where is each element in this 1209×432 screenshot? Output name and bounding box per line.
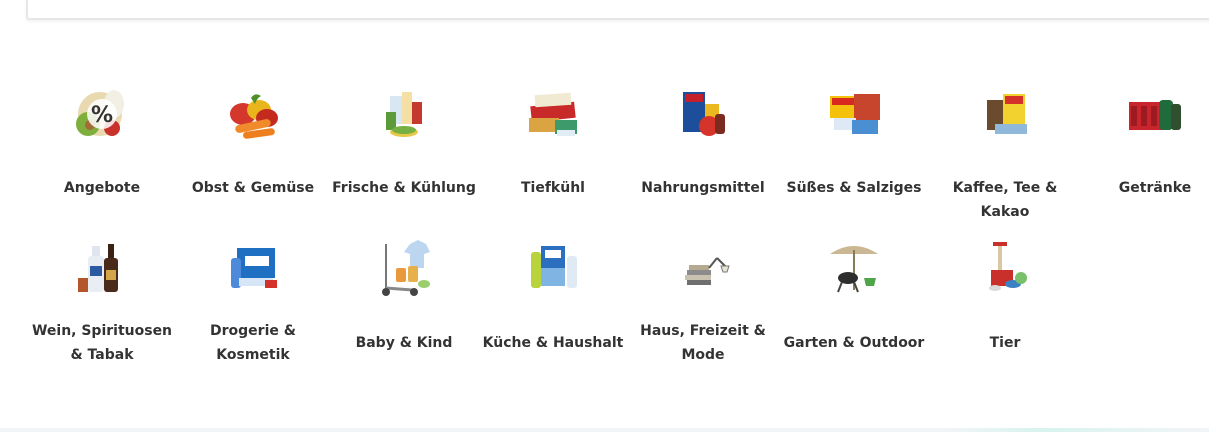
category-nahrungsmittel[interactable]: Nahrungsmittel [628,84,778,234]
category-label: Tiefkühl [521,180,585,196]
category-label: Garten & Outdoor [783,335,925,351]
category-label: Wein, Spirituosen & Tabak [31,323,173,363]
wine-bottles-icon [70,236,134,300]
category-label: Drogerie & Kosmetik [210,323,296,363]
vegetables-icon [221,84,285,148]
category-label: Tier [989,335,1021,351]
garden-umbrella-icon [822,236,886,300]
category-label: Frische & Kühlung [332,180,476,196]
category-label: Obst & Gemüse [191,180,315,196]
category-label: Küche & Haushalt [482,335,624,351]
coffee-icon [973,84,1037,148]
category-tier[interactable]: Tier [930,236,1080,386]
snacks-icon [822,84,886,148]
category-tiefkuehl[interactable]: Tiefkühl [478,84,628,234]
cleaning-icon [521,236,585,300]
drugstore-icon [221,236,285,300]
baby-icon [372,236,436,300]
category-label: Baby & Kind [355,335,453,351]
fresh-products-icon [372,84,436,148]
lamp-books-icon [671,236,735,300]
category-drogerie-kosmetik[interactable]: Drogerie & Kosmetik [178,236,328,386]
category-label: Nahrungsmittel [641,180,765,196]
category-getraenke[interactable]: Getränke [1080,84,1209,234]
category-frische-kuehlung[interactable]: Frische & Kühlung [329,84,479,234]
category-kaffee-tee-kakao[interactable]: Kaffee, Tee & Kakao [930,84,1080,234]
percent-icon: % [70,84,134,148]
drinks-crate-icon [1123,84,1187,148]
category-label: Getränke [1118,180,1192,196]
category-suesses-salziges[interactable]: Süßes & Salziges [779,84,929,234]
svg-text:%: % [91,103,113,128]
footer-divider [0,428,1209,432]
category-label: Haus, Freizeit & Mode [640,323,766,363]
category-obst-gemuese[interactable]: Obst & Gemüse [178,84,328,234]
groceries-icon [671,84,735,148]
category-label: Kaffee, Tee & Kakao [952,180,1058,220]
category-garten-outdoor[interactable]: Garten & Outdoor [779,236,929,386]
category-label: Süßes & Salziges [786,180,922,196]
pet-icon [973,236,1037,300]
category-kueche-haushalt[interactable]: Küche & Haushalt [478,236,628,386]
frozen-food-icon [521,84,585,148]
category-haus-freizeit-mode[interactable]: Haus, Freizeit & Mode [628,236,778,386]
search-panel-edge [26,0,1209,20]
category-wein-spirituosen-tabak[interactable]: Wein, Spirituosen & Tabak [27,236,177,386]
category-baby-kind[interactable]: Baby & Kind [329,236,479,386]
category-label: Angebote [63,180,141,196]
category-angebote[interactable]: % Angebote [27,84,177,234]
